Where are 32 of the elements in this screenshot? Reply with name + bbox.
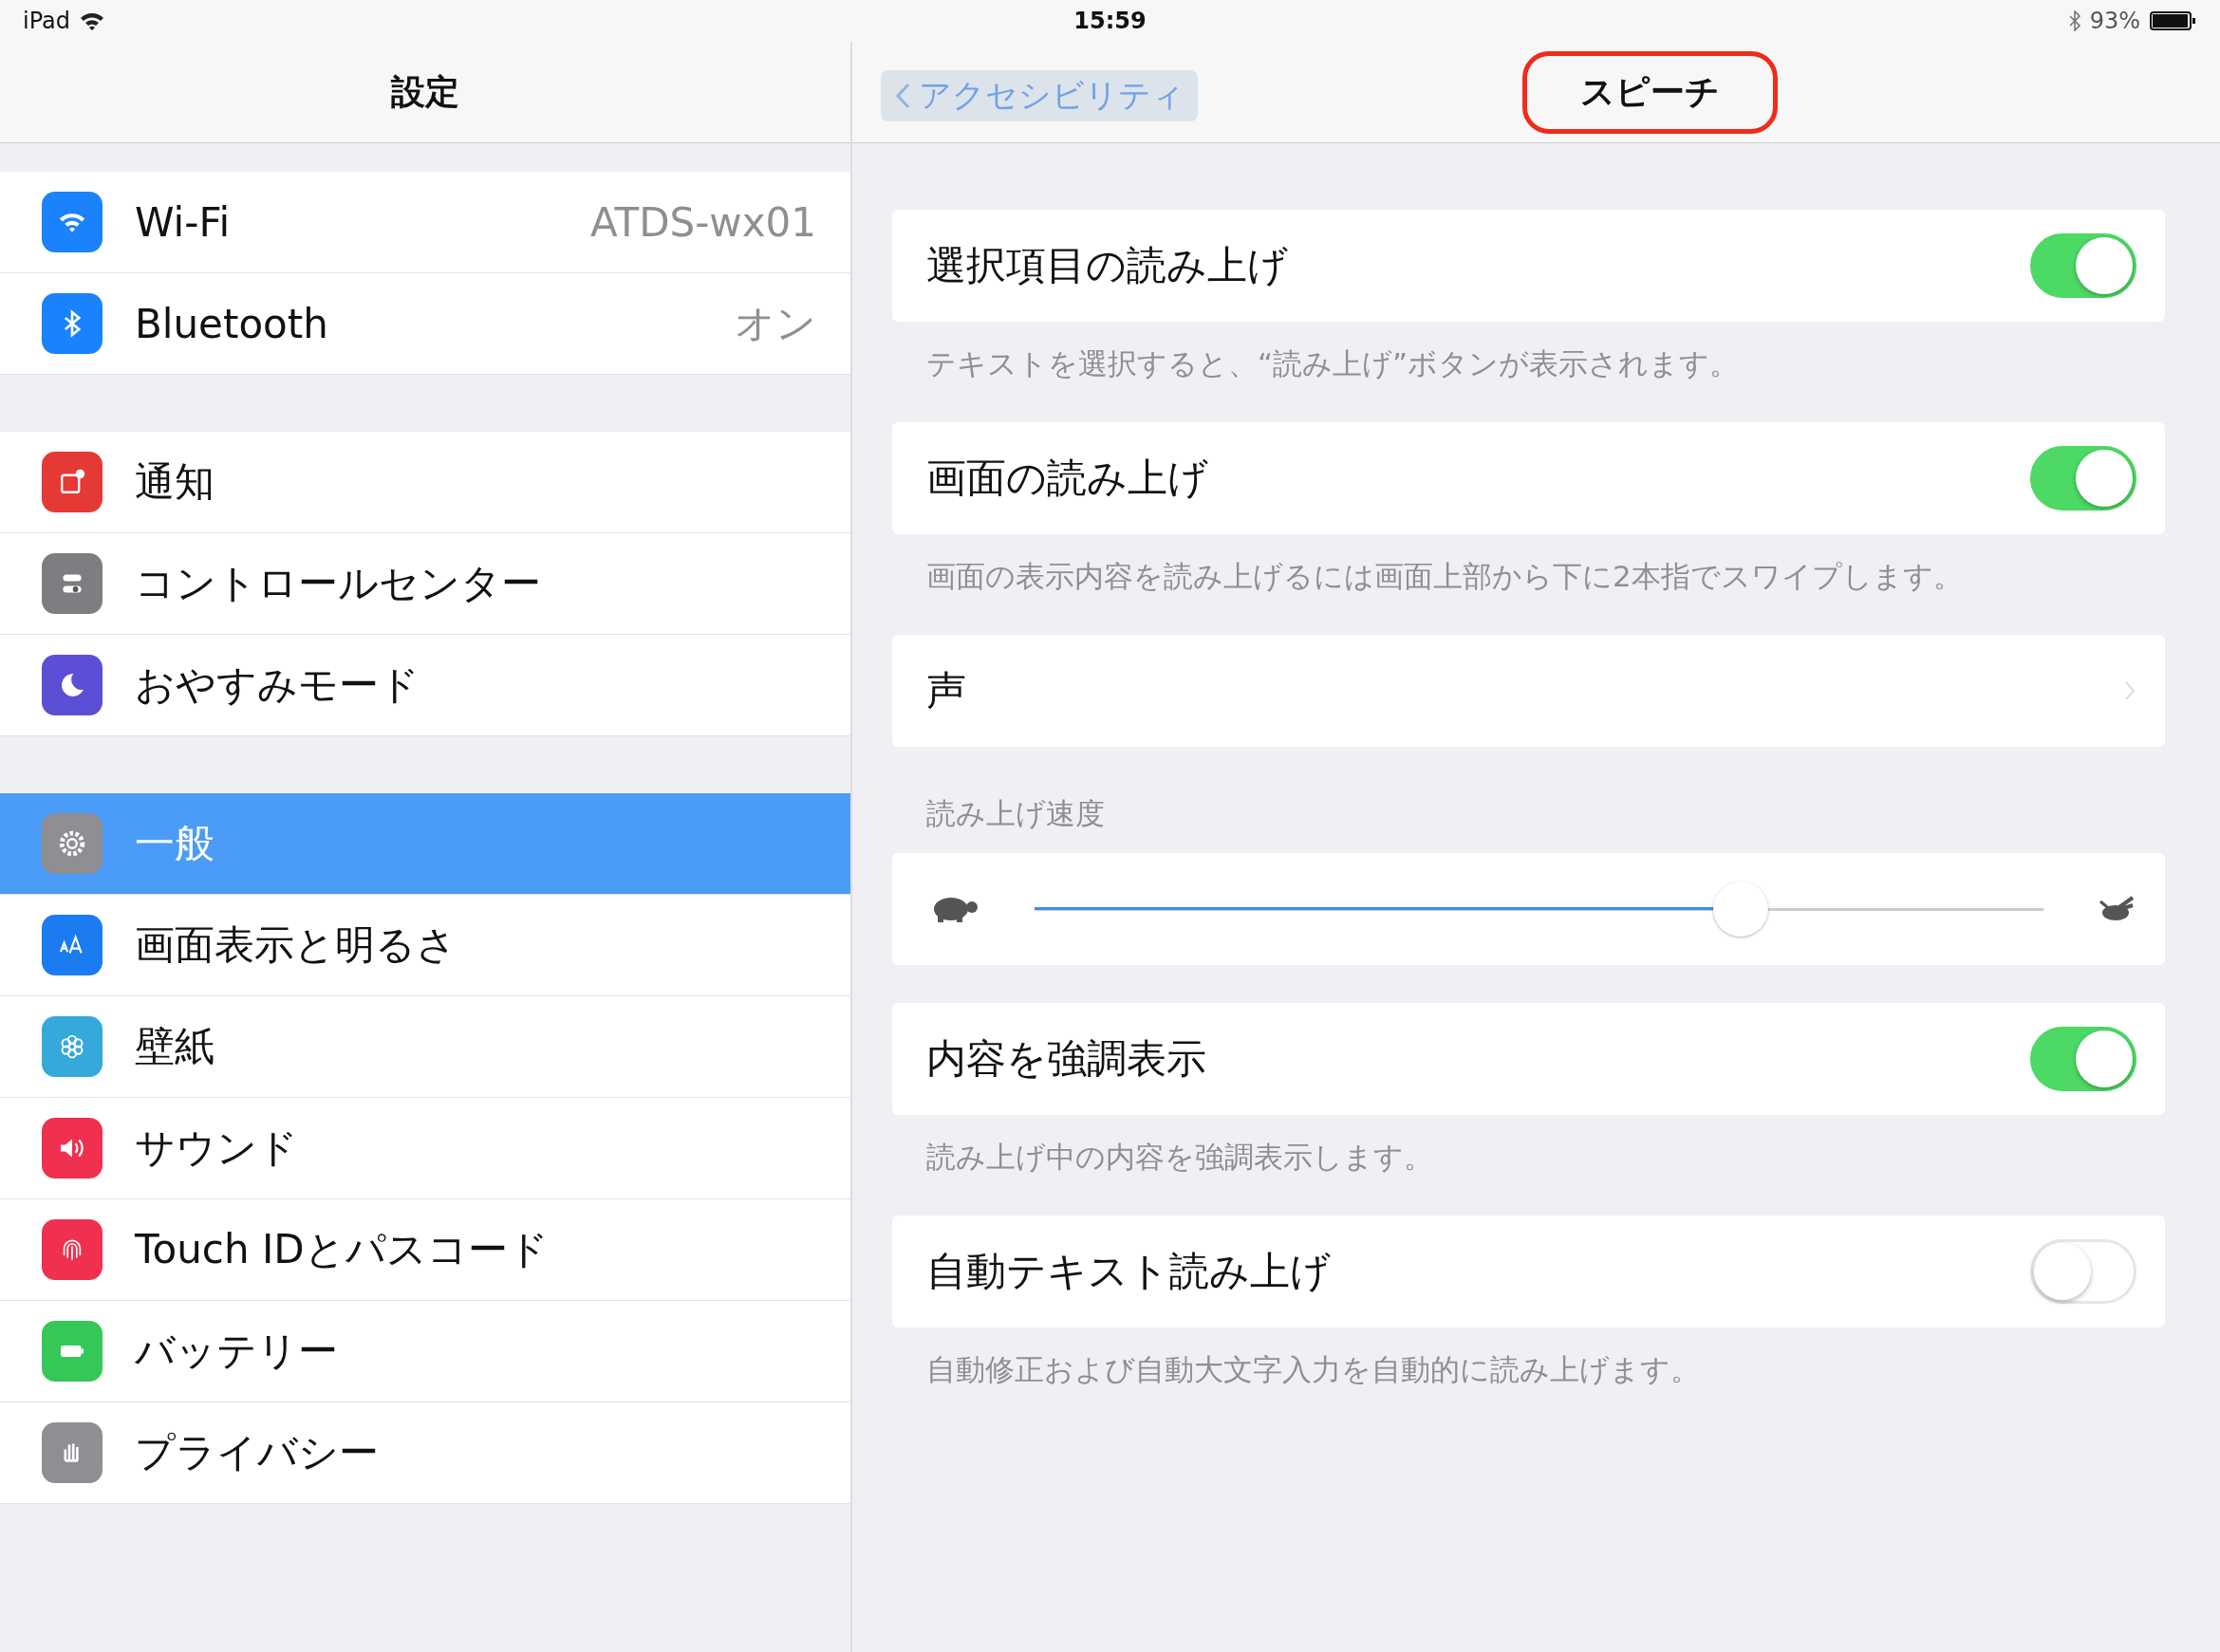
section-header: 読み上げ速度	[925, 795, 1106, 832]
settings-item[interactable]: Bluetooth オン	[0, 273, 850, 375]
slider-thumb[interactable]	[1713, 882, 1769, 937]
settings-item[interactable]: Wi-Fi ATDS-wx01	[0, 172, 850, 273]
chevron-left-icon	[894, 82, 911, 110]
carrier-label: iPad	[23, 8, 70, 34]
setting-label: 画面の読み上げ	[926, 454, 1209, 503]
bluetooth-status-icon	[2068, 10, 2080, 31]
battery-percent: 93%	[2089, 8, 2140, 34]
settings-item[interactable]: 画面表示と明るさ	[0, 895, 850, 996]
settings-item[interactable]: おやすみモード	[0, 635, 850, 736]
settings-item[interactable]: バッテリー	[0, 1301, 850, 1402]
battery-status-icon	[2150, 10, 2197, 31]
clock-time: 15:59	[1073, 8, 1147, 34]
chevron-right-icon	[2123, 679, 2136, 702]
setting-label: 選択項目の読み上げ	[926, 241, 1289, 290]
settings-item[interactable]: Touch IDとパスコード	[0, 1199, 850, 1301]
voice-row[interactable]: 声	[892, 635, 2165, 747]
setting-description: テキストを選択すると、“読み上げ”ボタンが表示されます。	[925, 345, 1741, 382]
settings-item[interactable]: プライバシー	[0, 1402, 850, 1504]
wifi-signal-icon	[80, 11, 104, 30]
speech-title: スピーチ	[1522, 50, 1778, 134]
setting-label: 内容を強調表示	[926, 1034, 1207, 1084]
settings-item[interactable]: サウンド	[0, 1098, 850, 1199]
settings-item[interactable]: 通知	[0, 432, 850, 533]
setting-label: 自動テキスト読み上げ	[926, 1247, 1332, 1296]
settings-item[interactable]: コントロールセンター	[0, 533, 850, 635]
settings-item[interactable]: 壁紙	[0, 996, 850, 1098]
setting-description: 読み上げ中の内容を強調表示します。	[925, 1139, 1434, 1176]
setting-description: 画面の表示内容を読み上げるには画面上部から下に2本指でスワイプします。	[925, 558, 1964, 595]
setting-description: 自動修正および自動大文字入力を自動的に読み上げます。	[925, 1351, 1701, 1388]
settings-title: 設定	[391, 70, 459, 113]
